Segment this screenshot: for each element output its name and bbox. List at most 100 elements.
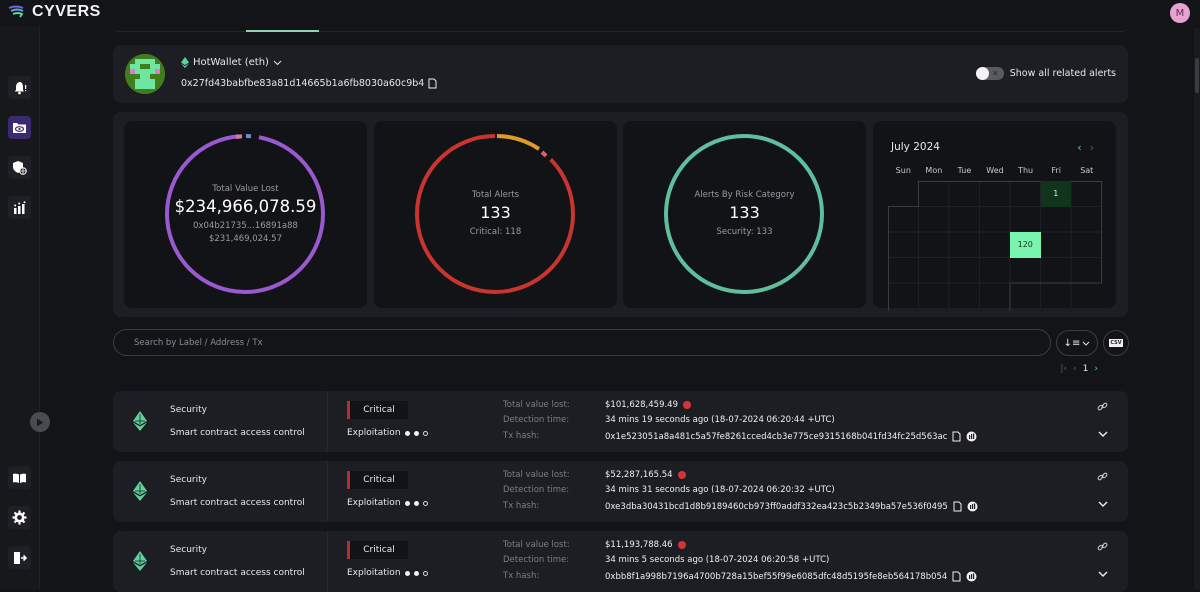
tx-hash[interactable]: 0xe3dba30431bcd1d8b9189460cb973ff0addf33… bbox=[605, 502, 948, 512]
calendar-day-cell[interactable]: 120 bbox=[1010, 232, 1041, 258]
current-page: 1 bbox=[1083, 364, 1089, 374]
alert-type: Smart contract access control bbox=[170, 428, 305, 438]
sidebar-item-analytics[interactable] bbox=[8, 196, 31, 219]
severity-badge: Critical bbox=[347, 471, 408, 489]
weekday: Sun bbox=[888, 166, 919, 175]
calendar-card: July 2024 ‹ › Sun Mon Tue Wed Thu Fri Sa… bbox=[873, 121, 1116, 308]
calendar-next-button[interactable]: › bbox=[1090, 141, 1094, 154]
classification: Exploitation bbox=[347, 498, 428, 508]
toggle-label: Show all related alerts bbox=[1010, 68, 1116, 79]
sort-icon: ↓≡ bbox=[1064, 338, 1081, 349]
next-page-button[interactable]: › bbox=[1094, 364, 1098, 374]
copy-icon[interactable] bbox=[953, 501, 962, 512]
level-dot-filled bbox=[405, 571, 410, 576]
shield-globe-icon bbox=[12, 160, 27, 175]
tx-hash-key: Tx hash: bbox=[503, 431, 539, 441]
critical-indicator-icon bbox=[678, 471, 686, 479]
eth-icon bbox=[133, 481, 147, 501]
copy-icon[interactable] bbox=[952, 431, 961, 442]
explorer-icon[interactable] bbox=[967, 501, 978, 512]
alert-row[interactable]: Security Smart contract access control C… bbox=[113, 461, 1128, 522]
top-amount: $231,469,024.57 bbox=[209, 233, 282, 246]
value-lost-row: $11,193,788.46 bbox=[605, 540, 686, 550]
calendar-nav: ‹ › bbox=[1077, 141, 1094, 154]
value-lost-row: $52,287,165.54 bbox=[605, 470, 686, 480]
alert-row[interactable]: Security Smart contract access control C… bbox=[113, 391, 1128, 452]
explorer-icon[interactable] bbox=[966, 431, 977, 442]
wallet-selector[interactable]: HotWallet (eth) bbox=[181, 57, 282, 68]
value-lost-key: Total value lost: bbox=[503, 540, 570, 550]
classification: Exploitation bbox=[347, 568, 428, 578]
tx-hash-row: 0x1e523051a8a481c5a57fe8261cced4cb3e775c… bbox=[605, 431, 977, 442]
sidebar-item-logout[interactable] bbox=[8, 546, 31, 569]
level-dot-empty bbox=[423, 431, 428, 436]
severity-badge: Critical bbox=[347, 401, 408, 419]
app-name: CYVERS bbox=[32, 3, 101, 21]
alert-value-lost: $11,193,788.46 bbox=[605, 540, 673, 550]
risk-category-card[interactable]: Alerts By Risk Category 133 Security: 13… bbox=[623, 121, 866, 308]
weekday: Tue bbox=[949, 166, 980, 175]
sidebar-item-security-network[interactable] bbox=[8, 156, 31, 179]
divider bbox=[327, 391, 328, 452]
calendar-day-cell[interactable]: 1 bbox=[1041, 181, 1072, 207]
eth-icon bbox=[181, 57, 189, 68]
calendar-prev-button[interactable]: ‹ bbox=[1077, 141, 1081, 154]
show-related-alerts-toggle[interactable]: ✕ bbox=[976, 67, 1004, 80]
severity-label: Critical bbox=[350, 545, 408, 555]
value-lost-key: Total value lost: bbox=[503, 470, 570, 480]
top-bar: CYVERS M bbox=[0, 0, 1200, 26]
weekday: Fri bbox=[1041, 166, 1072, 175]
prev-page-button[interactable]: ‹ bbox=[1073, 364, 1077, 374]
tx-hash[interactable]: 0x1e523051a8a481c5a57fe8261cced4cb3e775c… bbox=[605, 432, 947, 442]
first-page-button[interactable]: |‹ bbox=[1060, 364, 1067, 374]
alert-value-lost: $101,628,459.49 bbox=[605, 400, 678, 410]
toggle-off-icon: ✕ bbox=[992, 67, 999, 80]
tx-hash[interactable]: 0xbb8f1a998b7196a4700b728a15bef55f99e608… bbox=[605, 572, 947, 582]
security-count: Security: 133 bbox=[716, 226, 772, 239]
link-icon[interactable] bbox=[1097, 401, 1108, 412]
logo[interactable]: CYVERS bbox=[8, 3, 101, 21]
export-csv-button[interactable]: CSV bbox=[1103, 330, 1129, 356]
alert-type: Smart contract access control bbox=[170, 498, 305, 508]
chevron-down-icon[interactable] bbox=[1098, 501, 1108, 507]
chevron-down-icon[interactable] bbox=[1098, 431, 1108, 437]
chevron-down-icon[interactable] bbox=[1098, 571, 1108, 577]
copy-icon[interactable] bbox=[428, 78, 437, 89]
calendar-weekdays: Sun Mon Tue Wed Thu Fri Sat bbox=[888, 166, 1102, 175]
play-icon bbox=[36, 418, 44, 427]
pagination: |‹ ‹ 1 › bbox=[1060, 364, 1098, 374]
weekday: Thu bbox=[1010, 166, 1041, 175]
explorer-icon[interactable] bbox=[966, 571, 977, 582]
level-dot-filled bbox=[414, 431, 419, 436]
search-input[interactable] bbox=[113, 329, 1051, 356]
sidebar-item-settings[interactable] bbox=[8, 506, 31, 529]
alert-row[interactable]: Security Smart contract access control C… bbox=[113, 531, 1128, 592]
alert-category: Security bbox=[170, 475, 207, 485]
value-lost-key: Total value lost: bbox=[503, 400, 570, 410]
detection-time: 34 mins 5 seconds ago (18-07-2024 06:20:… bbox=[605, 555, 829, 565]
eth-icon bbox=[133, 551, 147, 571]
copy-icon[interactable] bbox=[952, 571, 961, 582]
alert-category: Security bbox=[170, 545, 207, 555]
value-lost-card[interactable]: Total Value Lost $234,966,078.59 0x04b21… bbox=[124, 121, 367, 308]
severity-label: Critical bbox=[350, 405, 408, 415]
collapse-sidebar-button[interactable] bbox=[30, 412, 50, 432]
sort-button[interactable]: ↓≡ bbox=[1056, 330, 1098, 356]
tx-hash-row: 0xbb8f1a998b7196a4700b728a15bef55f99e608… bbox=[605, 571, 977, 582]
level-dot-empty bbox=[423, 501, 428, 506]
link-icon[interactable] bbox=[1097, 541, 1108, 552]
eth-icon bbox=[133, 411, 147, 431]
level-dot-filled bbox=[414, 571, 419, 576]
user-avatar[interactable]: M bbox=[1170, 3, 1190, 23]
page-scrollbar[interactable] bbox=[1194, 28, 1200, 589]
classification-label: Exploitation bbox=[347, 568, 401, 578]
link-icon[interactable] bbox=[1097, 471, 1108, 482]
main-content: HotWallet (eth) 0x27fd43babfbe83a81d1466… bbox=[41, 0, 1188, 589]
sidebar-item-alerts[interactable] bbox=[8, 76, 31, 99]
total-alerts-value: 133 bbox=[480, 203, 511, 222]
total-alerts-card[interactable]: Total Alerts 133 Critical: 118 bbox=[374, 121, 617, 308]
sidebar-item-monitoring[interactable] bbox=[8, 116, 31, 139]
level-dot-filled bbox=[405, 431, 410, 436]
sidebar-item-docs[interactable] bbox=[8, 466, 31, 489]
level-dot-filled bbox=[414, 501, 419, 506]
